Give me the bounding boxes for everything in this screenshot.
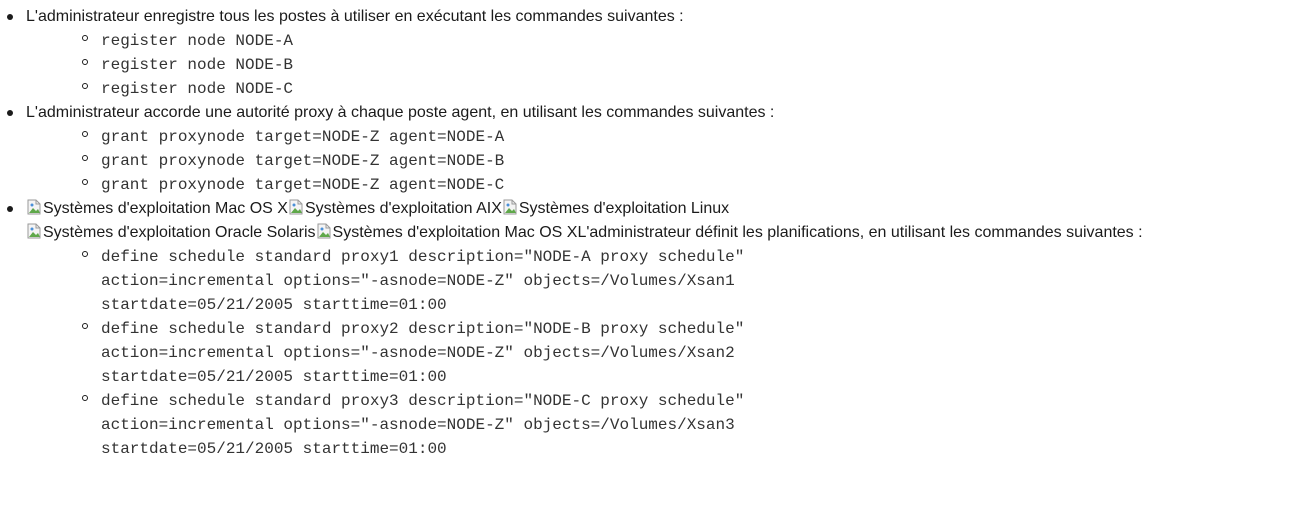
command-item: grant proxynode target=NODE-Z agent=NODE… bbox=[82, 149, 1296, 173]
os-tag-alt-text: Systèmes d'exploitation Linux bbox=[518, 200, 730, 217]
command-text: register node NODE-B bbox=[101, 56, 294, 74]
command-text: define schedule standard proxy1 descript… bbox=[101, 248, 745, 314]
command-text: define schedule standard proxy2 descript… bbox=[101, 320, 745, 386]
bullet-circle-icon bbox=[82, 323, 88, 329]
bullet-circle-icon bbox=[82, 35, 88, 41]
command-text: grant proxynode target=NODE-Z agent=NODE… bbox=[101, 176, 505, 194]
broken-image-icon bbox=[316, 223, 332, 239]
step-item-define-schedules: Systèmes d'exploitation Mac OS X Systèmes… bbox=[7, 197, 1296, 461]
command-list: register node NODE-A register node NODE-… bbox=[26, 29, 1296, 101]
command-item: grant proxynode target=NODE-Z agent=NODE… bbox=[82, 173, 1296, 197]
bullet-circle-icon bbox=[82, 251, 88, 257]
bullet-disc-icon bbox=[7, 206, 13, 212]
command-item: define schedule standard proxy3 descript… bbox=[82, 389, 1296, 461]
os-tag-alt-text: Systèmes d'exploitation Oracle Solaris bbox=[43, 224, 316, 241]
document-body: L'administrateur enregistre tous les pos… bbox=[0, 5, 1296, 461]
command-text: grant proxynode target=NODE-Z agent=NODE… bbox=[101, 152, 505, 170]
command-list: grant proxynode target=NODE-Z agent=NODE… bbox=[26, 125, 1296, 197]
bullet-circle-icon bbox=[82, 59, 88, 65]
command-item: grant proxynode target=NODE-Z agent=NODE… bbox=[82, 125, 1296, 149]
command-item: register node NODE-B bbox=[82, 53, 1296, 77]
bullet-circle-icon bbox=[82, 155, 88, 161]
os-tag-alt-text: Systèmes d'exploitation Mac OS X bbox=[43, 200, 288, 217]
broken-image-icon bbox=[26, 199, 42, 215]
broken-image-icon bbox=[288, 199, 304, 215]
command-text: define schedule standard proxy3 descript… bbox=[101, 392, 745, 458]
command-text: register node NODE-C bbox=[101, 80, 294, 98]
os-tag-alt-text: Systèmes d'exploitation AIX bbox=[304, 200, 502, 217]
command-list: define schedule standard proxy1 descript… bbox=[26, 245, 1296, 461]
bullet-circle-icon bbox=[82, 131, 88, 137]
step-text-with-os-tags: Systèmes d'exploitation Mac OS X Systèmes… bbox=[26, 197, 1271, 245]
step-list: L'administrateur enregistre tous les pos… bbox=[0, 5, 1296, 461]
bullet-disc-icon bbox=[7, 14, 13, 20]
command-item: register node NODE-C bbox=[82, 77, 1296, 101]
command-item: register node NODE-A bbox=[82, 29, 1296, 53]
step-text: L'administrateur enregistre tous les pos… bbox=[26, 8, 684, 25]
bullet-disc-icon bbox=[7, 110, 13, 116]
bullet-circle-icon bbox=[82, 179, 88, 185]
bullet-circle-icon bbox=[82, 83, 88, 89]
command-item: define schedule standard proxy2 descript… bbox=[82, 317, 1296, 389]
command-item: define schedule standard proxy1 descript… bbox=[82, 245, 1296, 317]
broken-image-icon bbox=[26, 223, 42, 239]
bullet-circle-icon bbox=[82, 395, 88, 401]
command-text: grant proxynode target=NODE-Z agent=NODE… bbox=[101, 128, 505, 146]
broken-image-icon bbox=[502, 199, 518, 215]
step-item-grant-proxy: L'administrateur accorde une autorité pr… bbox=[7, 101, 1296, 197]
step-item-register: L'administrateur enregistre tous les pos… bbox=[7, 5, 1296, 101]
step-text: L'administrateur définit les planificati… bbox=[577, 224, 1143, 241]
step-text: L'administrateur accorde une autorité pr… bbox=[26, 104, 775, 121]
command-text: register node NODE-A bbox=[101, 32, 294, 50]
os-tag-alt-text: Systèmes d'exploitation Mac OS X bbox=[332, 224, 578, 241]
